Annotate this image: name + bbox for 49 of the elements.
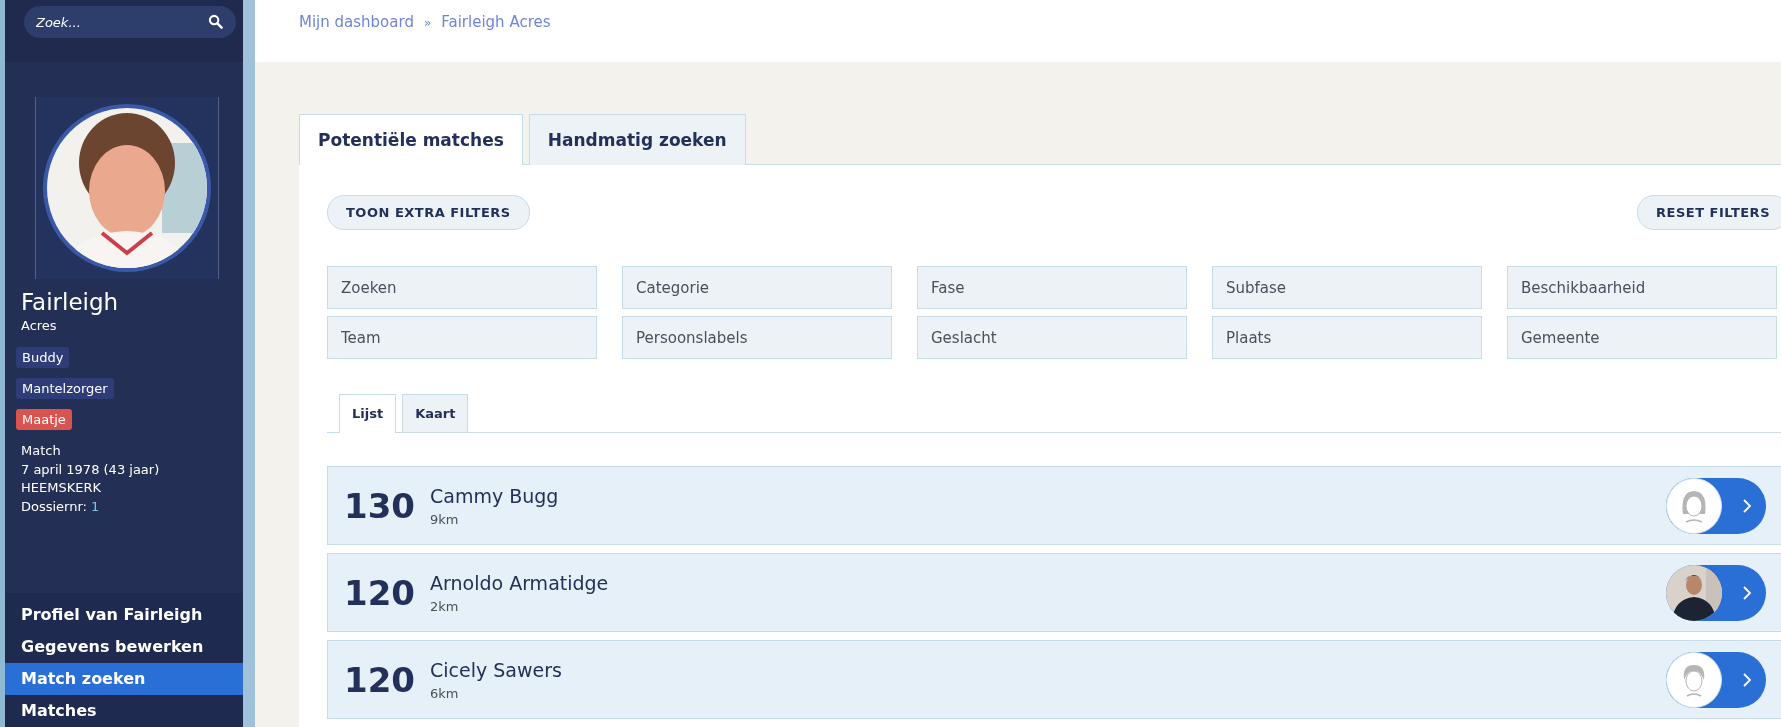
profile-detail: Match <box>21 442 62 460</box>
tag: Mantelzorger <box>16 378 114 399</box>
filter-field[interactable]: Geslacht <box>917 316 1187 359</box>
breadcrumb-link[interactable]: Mijn dashboard <box>299 13 414 31</box>
dossier-link[interactable]: 1 <box>91 498 100 514</box>
dossier-label: Dossiernr: <box>21 498 88 514</box>
profile-surname: Acres <box>21 318 57 333</box>
menu-item[interactable]: Matches <box>5 695 243 727</box>
search-field[interactable]: Zoek... <box>24 6 236 38</box>
menu-item[interactable]: Gegevens bewerken <box>5 631 243 663</box>
filter-field[interactable]: Categorie <box>622 266 892 309</box>
reset-filters-button[interactable]: RESET FILTERS <box>1637 195 1781 230</box>
breadcrumb-link[interactable]: Fairleigh Acres <box>441 13 551 31</box>
match-score: 120 <box>344 572 416 613</box>
tag: Buddy <box>16 347 70 368</box>
match-name: Cammy Bugg <box>430 484 560 507</box>
filter-field[interactable]: Team <box>327 316 597 359</box>
chevron-right-icon <box>1742 497 1752 514</box>
menu-item[interactable]: Match zoeken <box>5 663 243 695</box>
filter-field[interactable]: Plaats <box>1212 316 1482 359</box>
filter-field[interactable]: Gemeente <box>1507 316 1777 359</box>
breadcrumb-separator: » <box>423 16 432 30</box>
filter-field[interactable]: Persoonslabels <box>622 316 892 359</box>
filter-field[interactable]: Beschikbaarheid <box>1507 266 1777 309</box>
match-distance: 9km <box>430 511 460 527</box>
chevron-right-icon <box>1742 671 1752 688</box>
match-score: 120 <box>344 659 416 700</box>
man-silhouette-icon <box>1666 651 1722 708</box>
filter-field[interactable]: Zoeken <box>327 266 597 309</box>
tab[interactable]: Handmatig zoeken <box>528 114 746 165</box>
filter-field[interactable]: Subfase <box>1212 266 1482 309</box>
tab[interactable]: Lijst <box>339 394 397 433</box>
match-name: Arnoldo Armatidge <box>430 571 610 594</box>
match-score: 130 <box>344 485 416 526</box>
match-distance: 2km <box>430 598 460 614</box>
chevron-right-icon <box>1742 584 1752 601</box>
tag: Maatje <box>16 409 72 430</box>
tab[interactable]: Potentiële matches <box>299 114 523 165</box>
match-name: Cicely Sawers <box>430 658 563 681</box>
tab[interactable]: Kaart <box>402 394 469 432</box>
extra-filters-button[interactable]: TOON EXTRA FILTERS <box>327 195 530 230</box>
search-icon[interactable] <box>208 14 223 29</box>
profile-detail: HEEMSKERK <box>21 479 102 497</box>
profile-detail: 7 april 1978 (43 jaar) <box>21 460 160 479</box>
menu-item[interactable]: Profiel van Fairleigh <box>5 599 243 631</box>
match-distance: 6km <box>430 685 460 701</box>
filter-field[interactable]: Fase <box>917 266 1187 309</box>
woman-silhouette-icon <box>1666 477 1722 534</box>
profile-name: Fairleigh <box>21 289 119 315</box>
